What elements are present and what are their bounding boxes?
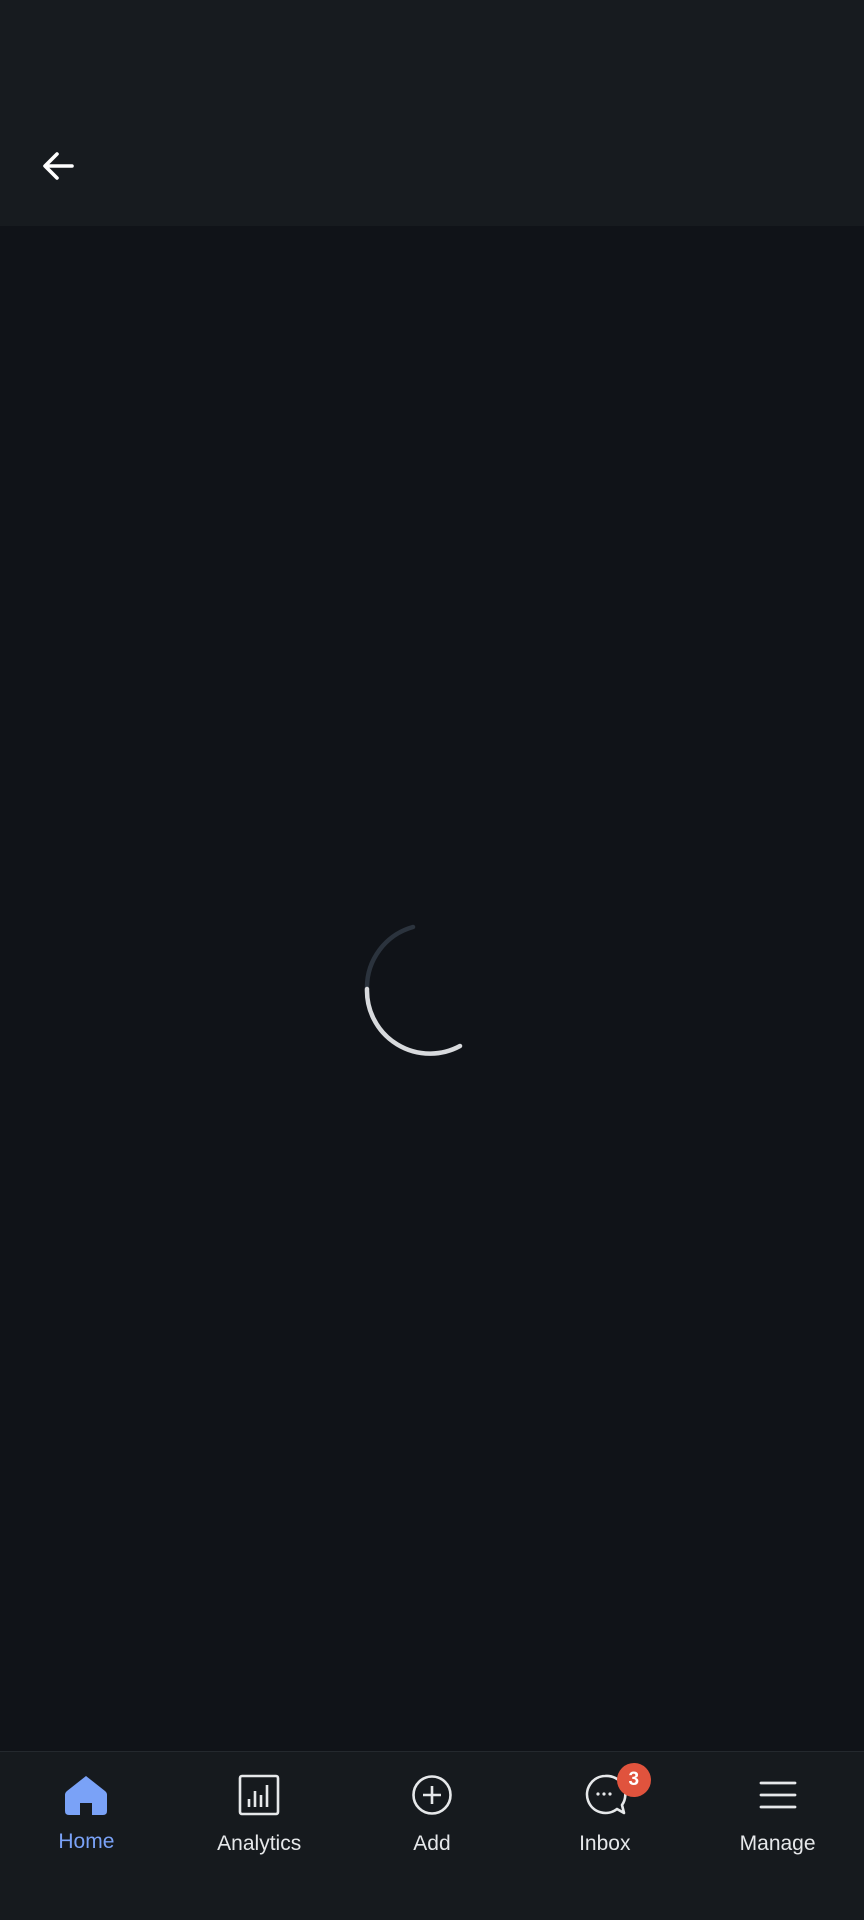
nav-home-label: Home: [58, 1830, 115, 1853]
nav-analytics[interactable]: Analytics: [173, 1752, 346, 1920]
nav-manage[interactable]: Manage: [691, 1752, 864, 1920]
nav-manage-label: Manage: [739, 1832, 816, 1855]
back-button[interactable]: [30, 138, 86, 194]
nav-analytics-label: Analytics: [217, 1832, 302, 1855]
loading-spinner: [364, 924, 463, 1056]
app-screen: Home Analytics Add 3 Inbox Manage: [0, 0, 864, 1920]
analytics-icon: [235, 1771, 283, 1819]
menu-icon: [754, 1771, 802, 1819]
inbox-badge: 3: [616, 1763, 651, 1797]
nav-inbox[interactable]: 3 Inbox: [518, 1752, 691, 1920]
bottom-navigation: Home Analytics Add 3 Inbox Manage: [0, 1751, 864, 1920]
nav-add[interactable]: Add: [346, 1752, 519, 1920]
arrow-left-icon: [43, 152, 74, 180]
home-icon: [62, 1771, 110, 1819]
chat-bubble-icon: 3: [581, 1763, 651, 1819]
nav-inbox-label: Inbox: [579, 1832, 631, 1855]
top-bar: [0, 0, 864, 226]
plus-circle-icon: [408, 1771, 456, 1819]
nav-add-label: Add: [413, 1832, 451, 1855]
nav-home[interactable]: Home: [0, 1752, 173, 1920]
